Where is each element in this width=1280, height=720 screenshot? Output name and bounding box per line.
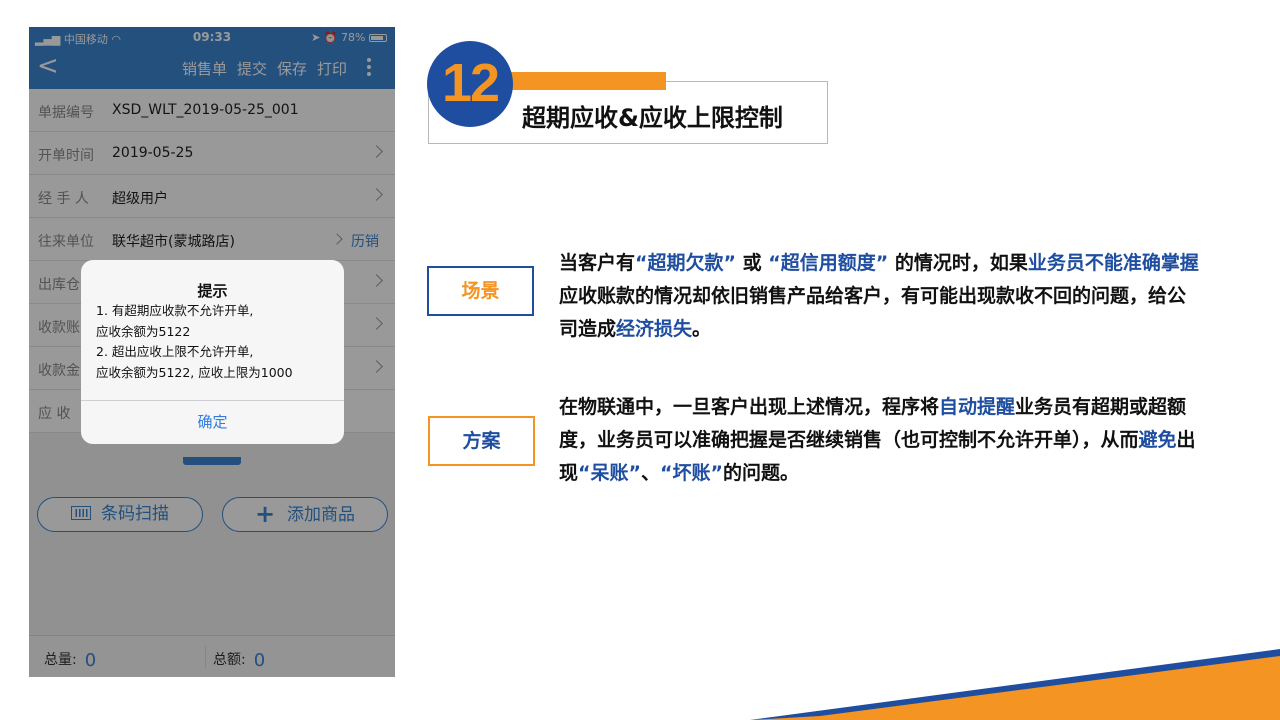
highlight-text: “坏账”: [660, 462, 723, 484]
phone-screenshot: ▂▄▆ 中国移动 ◠ 09:33 ➤ ⏰ 78% < 销售单 提交 保存 打印 单据编…: [29, 27, 395, 677]
slide-title: 超期应收&应收上限控制: [522, 104, 783, 132]
paragraph-text: 的情况时，如果: [888, 252, 1028, 274]
alert-confirm-button[interactable]: 确定: [81, 401, 344, 444]
alert-dialog: 提示 1. 有超期应收款不允许开单, 应收余额为5122 2. 超出应收上限不允…: [81, 260, 344, 444]
paragraph-text: 的问题。: [723, 462, 800, 484]
alert-message: 1. 有超期应收款不允许开单, 应收余额为5122 2. 超出应收上限不允许开单…: [96, 301, 293, 383]
scene-tag: 场景: [427, 266, 534, 316]
alert-line: 2. 超出应收上限不允许开单,: [96, 344, 254, 359]
alert-title: 提示: [197, 282, 228, 300]
paragraph-text: 当客户有: [559, 252, 636, 274]
highlight-text: 业务员不能准确掌握: [1027, 252, 1199, 274]
alert-line: 应收余额为5122, 应收上限为1000: [96, 364, 293, 380]
highlight-text: 经济损失: [616, 318, 693, 340]
paragraph-text: 。: [692, 318, 712, 340]
title-accent-bar: [488, 72, 666, 90]
paragraph-text: 或: [736, 252, 769, 274]
highlight-text: “超期欠款”: [635, 252, 736, 274]
alert-line: 应收余额为5122: [96, 323, 191, 339]
plan-paragraph: 在物联通中，一旦客户出现上述情况，程序将自动提醒业务员有超期或超额度，业务员可以…: [559, 391, 1199, 490]
paragraph-text: 在物联通中，一旦客户出现上述情况，程序将: [559, 396, 940, 418]
highlight-text: “超信用额度”: [768, 252, 889, 274]
highlight-text: 避免: [1138, 429, 1177, 451]
plan-tag: 方案: [428, 416, 535, 466]
highlight-text: 自动提醒: [939, 396, 1016, 418]
paragraph-text: 、: [641, 462, 661, 484]
highlight-text: “呆账”: [578, 462, 641, 484]
scene-paragraph: 当客户有“超期欠款” 或 “超信用额度” 的情况时，如果业务员不能准确掌握应收账…: [559, 247, 1199, 346]
section-number-badge: 12: [427, 41, 513, 127]
alert-line: 1. 有超期应收款不允许开单,: [96, 303, 254, 318]
